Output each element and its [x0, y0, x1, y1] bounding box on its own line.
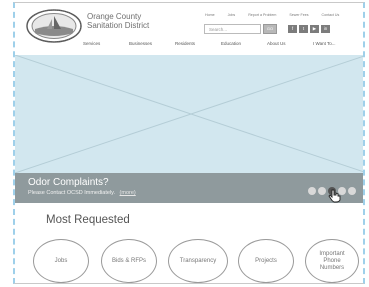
quicklink-important-phone-numbers[interactable]: Important Phone Numbers — [305, 239, 359, 283]
org-name-line1: Orange County — [87, 12, 142, 21]
facebook-icon[interactable]: f — [288, 25, 297, 33]
hero-image-placeholder[interactable] — [15, 55, 363, 173]
ocsd-logo[interactable] — [25, 9, 83, 43]
quicklink-jobs[interactable]: Jobs — [33, 239, 89, 283]
page-frame: Orange County Sanitation District Home J… — [13, 2, 365, 284]
nav-about-us[interactable]: About Us — [267, 41, 313, 46]
carousel-dot[interactable] — [308, 187, 316, 195]
topnav-sewer-fees[interactable]: Sewer Fees — [289, 13, 308, 17]
main-nav: Services Businesses Residents Education … — [83, 41, 336, 46]
site-header: Orange County Sanitation District Home J… — [15, 3, 363, 55]
carousel-dot[interactable] — [318, 187, 326, 195]
topnav-report-problem[interactable]: Report a Problem — [248, 13, 276, 17]
nav-i-want-to[interactable]: I Want To... — [313, 41, 336, 46]
topnav-home[interactable]: Home — [205, 13, 215, 17]
quicklink-projects[interactable]: Projects — [238, 239, 294, 283]
organization-name[interactable]: Orange County Sanitation District — [87, 12, 149, 30]
org-name-line2: Sanitation District — [87, 21, 150, 30]
quicklink-label: Transparency — [179, 257, 217, 264]
search-input[interactable]: Search... — [204, 24, 261, 34]
nav-education[interactable]: Education — [221, 41, 267, 46]
topnav-contact-us[interactable]: Contact Us — [322, 13, 340, 17]
quicklink-label: Jobs — [54, 257, 68, 264]
most-requested-links: Jobs Bids & RFPs Transparency Projects I… — [33, 239, 363, 283]
banner-subtitle: Please Contact OCSD Immediately. (more) — [28, 190, 136, 196]
nav-services[interactable]: Services — [83, 41, 129, 46]
quicklink-label: Projects — [255, 257, 277, 264]
quicklink-label: Important Phone Numbers — [319, 250, 345, 271]
quicklink-label: Bids & RFPs — [111, 257, 146, 264]
banner-more-link[interactable]: (more) — [120, 190, 136, 196]
linkedin-icon[interactable]: in — [321, 25, 330, 33]
most-requested-title: Most Requested — [46, 214, 130, 226]
quicklink-transparency[interactable]: Transparency — [168, 239, 228, 283]
nav-residents[interactable]: Residents — [175, 41, 221, 46]
quicklink-bids-rfps[interactable]: Bids & RFPs — [101, 239, 157, 283]
youtube-icon[interactable]: ▶ — [310, 25, 319, 33]
topnav-jobs[interactable]: Jobs — [228, 13, 236, 17]
placeholder-cross — [15, 55, 363, 173]
carousel-dot[interactable] — [348, 187, 356, 195]
twitter-icon[interactable]: t — [299, 25, 308, 33]
utility-nav: Home Jobs Report a Problem Sewer Fees Co… — [205, 13, 339, 17]
search-button[interactable]: GO — [263, 24, 277, 34]
banner-title: Odor Complaints? — [28, 177, 109, 188]
social-links: f t ▶ in — [288, 25, 330, 33]
banner-subtitle-text: Please Contact OCSD Immediately. — [28, 190, 116, 196]
nav-businesses[interactable]: Businesses — [129, 41, 175, 46]
hand-cursor-icon — [328, 189, 341, 203]
